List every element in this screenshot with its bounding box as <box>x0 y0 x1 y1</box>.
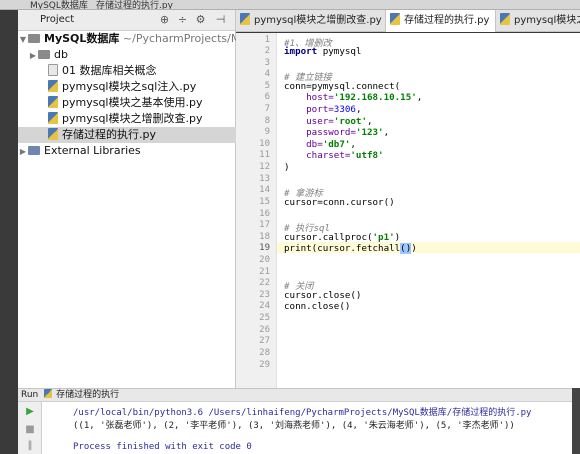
gear-icon[interactable]: ⚙ <box>194 13 207 26</box>
run-console[interactable]: /usr/local/bin/python3.6 /Users/linhaife… <box>42 402 580 454</box>
tree-item-file-selected[interactable]: 存储过程的执行.py <box>18 127 236 143</box>
tree-item-db[interactable]: ▶ db <box>18 47 236 63</box>
code-line: password='123', <box>284 127 390 138</box>
tree-item-file[interactable]: 01 数据库相关概念 <box>18 63 236 79</box>
line-number: 27 <box>259 336 270 346</box>
code-line: import pymysql <box>284 46 362 57</box>
line-number: 26 <box>259 325 270 335</box>
line-number: 4 <box>264 69 270 79</box>
line-number: 1 <box>264 35 270 45</box>
line-number: 19 <box>259 243 270 253</box>
tab-increment[interactable]: pymysql模块之增删改查.py× <box>236 10 386 32</box>
console-line: Process finished with exit code 0 <box>73 442 252 452</box>
line-number: 23 <box>259 290 270 300</box>
hide-panel-icon[interactable]: ⊣ <box>214 13 227 26</box>
line-number: 15 <box>259 197 270 207</box>
line-number: 21 <box>259 267 270 277</box>
line-number: 16 <box>259 209 270 219</box>
python-file-icon <box>48 128 58 140</box>
console-line: ((1, '张磊老师'), (2, '李平老师'), (3, '刘海燕老师'),… <box>73 421 515 431</box>
project-dropdown[interactable]: Project <box>40 14 74 25</box>
window-title-bar: MySQL数据库 存储过程的执行.py <box>0 0 580 10</box>
pause-icon[interactable]: ‖ <box>24 440 36 452</box>
tab-basic[interactable]: pymysql模块之基 <box>496 10 580 32</box>
line-number: 18 <box>259 232 270 242</box>
project-panel-header: Project ⊕ ÷ ⚙ ⊣ <box>18 10 235 31</box>
tree-item-external-libraries[interactable]: ▶ External Libraries <box>18 143 236 159</box>
line-number: 3 <box>264 58 270 68</box>
line-number: 29 <box>259 360 270 370</box>
editor-tabs: pymysql模块之增删改查.py× 存储过程的执行.py× pymysql模块… <box>236 10 580 32</box>
chevron-right-icon[interactable]: ▶ <box>28 48 38 64</box>
python-file-icon <box>240 13 250 25</box>
project-panel: Project ⊕ ÷ ⚙ ⊣ ▼ MySQL数据库 ~/PycharmProje… <box>18 10 254 388</box>
stop-icon[interactable]: ■ <box>24 424 36 436</box>
code-line: conn.close() <box>284 301 351 312</box>
tab-procedure[interactable]: 存储过程的执行.py× <box>386 10 496 32</box>
console-line: /usr/local/bin/python3.6 /Users/linhaife… <box>73 408 532 418</box>
run-toolbar: ▶ ■ ‖ <box>18 402 42 454</box>
line-number: 2 <box>264 46 270 56</box>
code-line: cursor.callproc('p1') <box>284 232 401 243</box>
chevron-down-icon[interactable]: ▼ <box>18 32 28 48</box>
window-file-title: 存储过程的执行.py <box>96 1 173 10</box>
code-line: cursor.close() <box>284 290 362 301</box>
code-line: charset='utf8' <box>284 150 384 161</box>
sync-icon[interactable]: ⊕ <box>158 13 171 26</box>
line-number: 7 <box>264 104 270 114</box>
tree-root[interactable]: ▼ MySQL数据库 ~/PycharmProjects/MyS <box>18 31 254 48</box>
run-panel-header: Run 存储过程的执行 <box>18 388 580 402</box>
line-number: 14 <box>259 185 270 195</box>
text-file-icon <box>48 64 58 76</box>
line-number: 12 <box>259 162 270 172</box>
background-strip <box>572 388 580 454</box>
line-number: 10 <box>259 139 270 149</box>
code-line: cursor=conn.cursor() <box>284 197 395 208</box>
code-line: host='192.168.10.15', <box>284 92 423 103</box>
line-number: 22 <box>259 278 270 288</box>
chevron-right-icon[interactable]: ▶ <box>18 144 28 160</box>
window-title: MySQL数据库 <box>30 1 88 10</box>
code-line: ) <box>284 162 290 173</box>
code-line: print(cursor.fetchall()) <box>284 243 417 254</box>
line-number: 20 <box>259 255 270 265</box>
library-icon <box>28 145 40 155</box>
python-file-icon <box>48 96 58 108</box>
code-line: port=3306, <box>284 104 362 115</box>
python-file-icon <box>48 80 58 92</box>
line-number: 28 <box>259 348 270 358</box>
folder-icon <box>28 33 40 43</box>
line-number: 8 <box>264 116 270 126</box>
python-file-icon <box>44 389 53 398</box>
root-path: ~/PycharmProjects/MyS <box>122 32 254 45</box>
line-number: 11 <box>259 150 270 160</box>
line-number: 25 <box>259 313 270 323</box>
collapse-icon[interactable]: ÷ <box>176 13 189 26</box>
tree-item-file[interactable]: pymysql模块之增删改查.py <box>18 111 236 127</box>
tree-item-file[interactable]: pymysql模块之sql注入.py <box>18 79 236 95</box>
code-line: user='root', <box>284 116 373 127</box>
code-line: db='db7', <box>284 139 356 150</box>
tree-item-file[interactable]: pymysql模块之基本使用.py <box>18 95 236 111</box>
line-number: 9 <box>264 127 270 137</box>
python-file-icon <box>500 13 510 25</box>
line-number: 5 <box>264 81 270 91</box>
folder-icon <box>38 49 50 59</box>
line-number: 6 <box>264 92 270 102</box>
code-line: conn=pymysql.connect( <box>284 81 401 92</box>
run-config-tab[interactable]: 存储过程的执行 <box>56 390 119 400</box>
line-number: 17 <box>259 220 270 230</box>
line-number: 13 <box>259 174 270 184</box>
line-number: 24 <box>259 301 270 311</box>
run-label: Run <box>21 390 39 400</box>
python-file-icon <box>390 13 400 25</box>
rerun-icon[interactable]: ▶ <box>24 406 36 418</box>
python-file-icon <box>48 112 58 124</box>
